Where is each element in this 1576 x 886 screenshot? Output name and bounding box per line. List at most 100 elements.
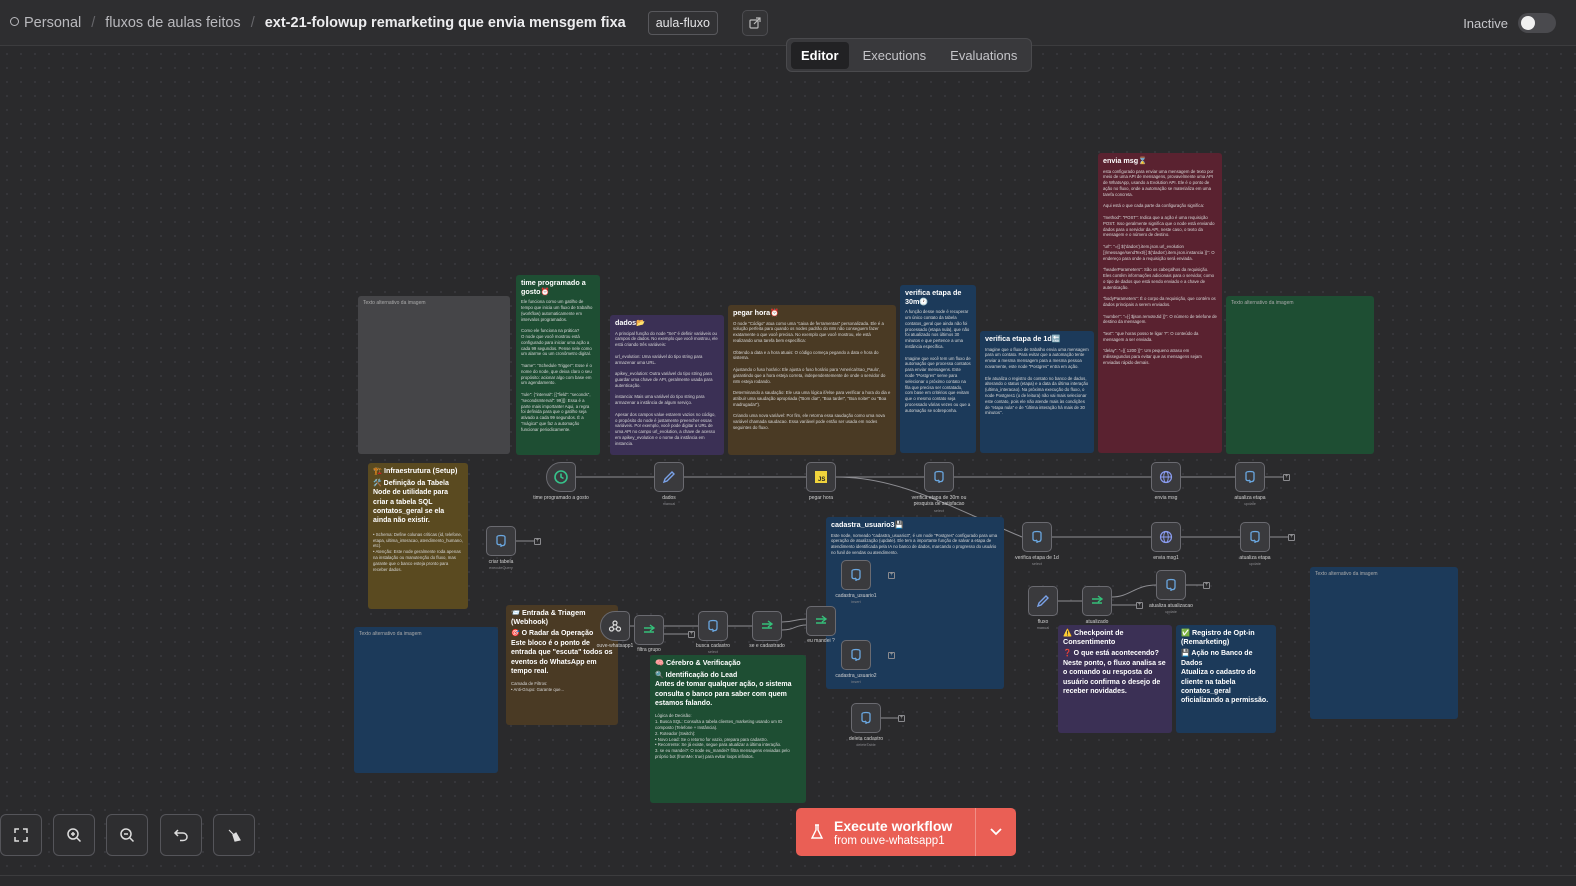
node-deleta-cadastro[interactable]	[851, 703, 881, 733]
note-dados[interactable]: dados📂 A principal função do node "Set" …	[610, 315, 724, 455]
node-se-cadastrado[interactable]	[752, 611, 782, 641]
note-body: Camada de Filtros: • Anti-Grupo: Garante…	[511, 681, 565, 693]
note-opt-in[interactable]: ✅ Registro de Opt-in (Remarketing) 💾 Açã…	[1176, 625, 1276, 733]
note-body: O node "Código" atua como uma "caixa de …	[733, 320, 891, 430]
zoom-in-button[interactable]	[53, 814, 95, 856]
add-node-button[interactable]: +	[1288, 534, 1295, 541]
tab-editor[interactable]: Editor	[791, 41, 849, 69]
add-node-button[interactable]: +	[1203, 582, 1210, 589]
note-title: 🧠 Cérebro & Verificação	[655, 658, 741, 667]
node-fluxo[interactable]	[1028, 586, 1058, 616]
node-subtitle: select	[934, 509, 944, 513]
node-subtitle: deleteTable	[856, 743, 876, 747]
image-note-4[interactable]: Texto alternativo da imagem	[1310, 567, 1458, 719]
note-title: verifica etapa de 1d🔚	[985, 334, 1061, 343]
javascript-icon: JS	[815, 471, 827, 483]
postgres-icon	[1032, 530, 1042, 543]
breadcrumb-folder[interactable]: fluxos de aulas feitos	[105, 15, 240, 31]
node-cadastra-usuario2[interactable]	[841, 640, 871, 670]
add-node-button[interactable]: +	[534, 538, 541, 545]
note-checkpoint[interactable]: ⚠️ Checkpoint de Consentimento ❓ O que e…	[1058, 625, 1172, 733]
node-ouve-whatsapp[interactable]	[600, 611, 630, 641]
workflow-title[interactable]: ext-21-folowup remarketing que envia men…	[265, 15, 626, 31]
execute-subtitle: from ouve-whatsapp1	[834, 834, 945, 847]
postgres-icon	[851, 648, 861, 661]
note-pegar-hora[interactable]: pegar hora⏰ O node "Código" atua como um…	[728, 305, 896, 455]
note-verifica-30m[interactable]: verifica etapa de 30m🕐 A função desse no…	[900, 285, 976, 453]
node-criar-tabela[interactable]	[486, 526, 516, 556]
workflow-canvas[interactable]: Texto alternativo da imagem time program…	[0, 47, 1576, 875]
node-cadastra-usuario1[interactable]	[841, 560, 871, 590]
activation-status: Inactive	[1463, 13, 1556, 33]
execute-workflow-main[interactable]: Execute workflow from ouve-whatsapp1	[796, 808, 976, 856]
active-toggle[interactable]	[1518, 13, 1556, 33]
node-busca-cadastro[interactable]	[698, 611, 728, 641]
postgres-icon	[861, 711, 871, 724]
node-subtitle: update	[1244, 502, 1256, 506]
breadcrumb-personal[interactable]: Personal	[24, 15, 81, 31]
zoom-in-icon	[67, 828, 82, 843]
execute-workflow-button[interactable]: Execute workflow from ouve-whatsapp1	[796, 808, 1016, 856]
reset-zoom-button[interactable]	[160, 814, 202, 856]
tab-executions[interactable]: Executions	[853, 42, 937, 69]
node-atualiza-etapa1[interactable]	[1240, 522, 1270, 552]
note-envia-msg[interactable]: envia msg⌛ esta configurado para enviar …	[1098, 153, 1222, 453]
execute-options-button[interactable]	[976, 828, 1016, 836]
open-external-button[interactable]	[741, 9, 768, 36]
execute-title: Execute workflow	[834, 817, 953, 834]
node-verifica-1d[interactable]	[1022, 522, 1052, 552]
note-body: A função desse node é recuperar um único…	[905, 309, 971, 413]
node-verifica-30m[interactable]	[924, 462, 954, 492]
node-subtitle: manual	[662, 502, 676, 506]
node-envia-msg1[interactable]	[1151, 522, 1181, 552]
node-subtitle: select	[1032, 562, 1042, 566]
tab-evaluations[interactable]: Evaluations	[940, 42, 1027, 69]
fit-view-button[interactable]	[0, 814, 42, 856]
note-lead: ❓ O que está acontecendo? Neste ponto, o…	[1063, 650, 1166, 696]
note-infraestrutura[interactable]: 🏗️ Infraestrutura (Setup) 🛠️ Definição d…	[368, 463, 468, 609]
node-subtitle: update	[1249, 562, 1261, 566]
zoom-out-icon	[120, 828, 135, 843]
node-label: criar tabela	[488, 559, 514, 565]
image-alt-text: Texto alternativo da imagem	[1231, 300, 1294, 306]
globe-icon	[1159, 470, 1173, 484]
add-node-button[interactable]: +	[688, 631, 695, 638]
add-node-button[interactable]: +	[888, 652, 895, 659]
note-time-programado[interactable]: time programado a gosto⏰ Ele funciona co…	[516, 275, 600, 455]
node-filtra-grupo[interactable]	[634, 615, 664, 645]
note-cerebro[interactable]: 🧠 Cérebro & Verificação 🔍 Identificação …	[650, 655, 806, 803]
node-label: envia msg	[1154, 495, 1178, 501]
image-note-3[interactable]: Texto alternativo da imagem	[354, 627, 498, 773]
node-atualiza-atualizacao[interactable]	[1156, 570, 1186, 600]
node-subtitle: insert	[851, 600, 861, 604]
postgres-icon	[934, 470, 944, 483]
postgres-icon	[1166, 578, 1176, 591]
breadcrumb-separator: /	[250, 14, 255, 31]
breadcrumb: Personal / fluxos de aulas feitos / ext-…	[10, 15, 626, 31]
external-link-icon	[749, 16, 761, 29]
note-verifica-1d[interactable]: verifica etapa de 1d🔚 Imagine que o flux…	[980, 331, 1094, 453]
note-body: Imagine que o fluxo de trabalho envia um…	[985, 346, 1089, 416]
node-envia-msg[interactable]	[1151, 462, 1181, 492]
tidy-up-button[interactable]	[213, 814, 255, 856]
node-dados[interactable]	[654, 462, 684, 492]
zoom-out-button[interactable]	[106, 814, 148, 856]
node-eu-mandei[interactable]	[806, 606, 836, 636]
node-label: dados	[662, 495, 676, 501]
bottom-edge	[0, 875, 1576, 886]
user-icon	[10, 17, 19, 26]
undo-icon	[173, 829, 188, 842]
note-title: verifica etapa de 30m🕐	[905, 288, 962, 306]
node-pegar-hora[interactable]: JS	[806, 462, 836, 492]
node-atualiza-etapa[interactable]	[1235, 462, 1265, 492]
add-node-button[interactable]: +	[898, 715, 905, 722]
image-note-1[interactable]: Texto alternativo da imagem	[358, 296, 510, 454]
node-subtitle: update	[1165, 610, 1177, 614]
image-note-2[interactable]: Texto alternativo da imagem	[1226, 296, 1374, 454]
add-node-button[interactable]: +	[1283, 474, 1290, 481]
node-atualizado[interactable]	[1082, 586, 1112, 616]
switch-icon	[644, 624, 656, 633]
add-node-button[interactable]: +	[888, 572, 895, 579]
node-time-programado[interactable]	[546, 462, 576, 492]
workflow-tag[interactable]: aula-fluxo	[647, 10, 718, 35]
